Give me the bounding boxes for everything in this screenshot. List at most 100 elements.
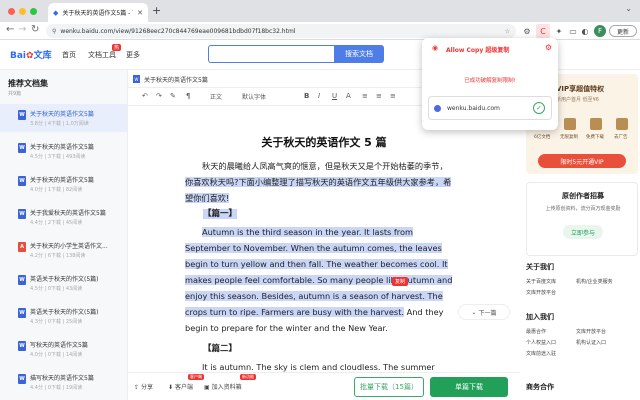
enabled-check-icon[interactable]: ✓	[533, 102, 545, 114]
word-doc-icon: W	[18, 110, 26, 120]
tab-title: 关于秋天的英语作文5篇 - 百度文库	[62, 10, 133, 17]
word-doc-icon: W	[133, 75, 140, 83]
download-app-icon: ⬇	[168, 384, 175, 391]
forward-icon[interactable]: →	[18, 24, 26, 35]
sidebar-doc-item[interactable]: W 关于秋天的英语作文5篇 4.0分 | 1下载 | 82阅读	[0, 170, 127, 198]
minimize-window-button[interactable]	[19, 8, 26, 15]
search-input[interactable]	[208, 45, 334, 63]
allow-copy-extension-icon[interactable]: C	[536, 24, 550, 38]
style-select[interactable]: 正文	[210, 92, 222, 101]
align-left-icon[interactable]: ≡	[362, 92, 368, 100]
bold-icon[interactable]: B	[304, 92, 309, 100]
vip-title: VIP享超值特权	[556, 85, 605, 93]
sidebar-doc-meta: 4.5分 | 0下载 | 43阅读	[30, 286, 83, 292]
bottom-action-bar: ⇪ 分享 ⬇ 客户端 客户端 ▣ 加入资料箱 新功能 批量下载（15篇） 单篇下…	[128, 372, 520, 400]
undo-icon[interactable]: ↶	[142, 92, 148, 100]
about-link[interactable]: 文库开放平台	[526, 289, 556, 296]
copy-badge[interactable]: 复制	[392, 277, 409, 286]
maximize-window-button[interactable]	[30, 8, 37, 15]
sidebar-doc-item[interactable]: W 描写秋天的英语作文5篇 4.4分 | 0下载 | 19阅读	[0, 368, 127, 396]
sidebar-doc-title: 描写秋天的英语作文5篇	[30, 375, 94, 382]
align-center-icon[interactable]: ≡	[376, 92, 382, 100]
sidebar-doc-item[interactable]: W 关于秋天的英语作文5篇 4.5分 | 3下载 | 493阅读	[0, 137, 127, 165]
single-download-button[interactable]: 单篇下载	[430, 377, 508, 397]
add-to-library-button[interactable]: ▣ 加入资料箱	[204, 382, 242, 391]
baidu-favicon-icon: ◆	[53, 8, 59, 17]
join-link[interactable]: 文库前途入驻	[526, 350, 556, 357]
doc-file-title: 关于秋天的英语作文5篇	[144, 77, 208, 84]
extension-icon[interactable]: ⚙	[520, 24, 534, 38]
close-tab-icon[interactable]: ✕	[137, 9, 143, 17]
batch-download-button[interactable]: 批量下载（15篇）	[354, 377, 424, 397]
url-field[interactable]: ⚲ wenku.baidu.com/view/91268eec270c84476…	[46, 24, 516, 38]
join-now-button[interactable]: 立即参与	[563, 225, 603, 239]
folder-icon: ▣	[204, 384, 212, 391]
join-link[interactable]: 个人权益入口	[526, 339, 556, 346]
section-one-paragraph[interactable]: Autumn is the third season in the year. …	[185, 224, 455, 336]
word-doc-icon: W	[18, 374, 26, 384]
align-right-icon[interactable]: ≡	[390, 92, 396, 100]
sidebar-doc-item[interactable]: W 关于我爱秋天的英语作文5篇 4.4分 | 2下载 | 45阅读	[0, 203, 127, 231]
join-link[interactable]: 文库开放平台	[576, 328, 606, 335]
sidebar-doc-title: 写秋天的英语作文5篇	[30, 342, 88, 349]
window-controls	[8, 8, 37, 15]
baidu-wenku-logo[interactable]: Bai✿文库	[10, 48, 52, 61]
join-link[interactable]: 最惠合作	[526, 328, 546, 335]
copy-icon	[564, 118, 576, 130]
next-article-button[interactable]: ⌄ 下一篇	[458, 304, 510, 320]
close-window-button[interactable]	[8, 8, 15, 15]
word-doc-icon: W	[18, 209, 26, 219]
vip-open-button[interactable]: 限时5元开通VIP	[538, 154, 626, 168]
reload-icon[interactable]: ↻	[31, 24, 39, 35]
sidebar-doc-item[interactable]: W 写秋天的英语作文5篇 4.0分 | 0下载 | 14阅读	[0, 335, 127, 363]
paragraph-icon[interactable]: ¶	[186, 92, 190, 100]
sidebar-doc-title: 英语关于秋天的作文(5篇)	[30, 276, 99, 283]
sidebar-doc-item[interactable]: W 英语关于秋天的作文(5篇) 4.5分 | 0下载 | 43阅读	[0, 269, 127, 297]
client-tag: 客户端	[188, 374, 204, 380]
back-icon[interactable]: ←	[6, 24, 14, 35]
profile-switch-icon[interactable]: ◐	[578, 24, 592, 38]
update-button[interactable]: 更新	[609, 25, 637, 37]
bookmark-star-icon[interactable]: ☆	[505, 28, 510, 35]
avatar[interactable]: F	[594, 25, 606, 37]
sidebar-doc-title: 关于秋天的小学生英语作文...	[30, 243, 108, 250]
font-color-icon[interactable]: A	[346, 92, 351, 100]
site-info-icon[interactable]: ⚲	[52, 28, 56, 35]
join-link[interactable]: 机构认证入口	[576, 339, 606, 346]
brush-icon[interactable]: ✎	[170, 92, 176, 100]
italic-icon[interactable]: I	[318, 92, 320, 100]
new-tab-button[interactable]: +	[152, 4, 161, 17]
allow-copy-popup: ◉ Allow Copy 超级复制 ⚙ 已成功破解复制限制! wenku.bai…	[422, 38, 558, 130]
about-link[interactable]: 关于百度文库	[526, 278, 556, 285]
sidebar-doc-meta: 4.0分 | 1下载 | 82阅读	[30, 187, 83, 193]
intro-paragraph[interactable]: 秋天的晨曦给人凤高气爽的惬意，但是秋天又是个开始枯萎的季节，你喜欢秋天吗?下面小…	[185, 158, 455, 206]
browser-tab[interactable]: ◆ 关于秋天的英语作文5篇 - 百度文库 ✕	[48, 3, 148, 22]
redo-icon[interactable]: ↷	[156, 92, 162, 100]
nav-doc-tools[interactable]: 文档工具	[88, 50, 116, 60]
word-doc-icon: W	[18, 341, 26, 351]
puzzle-extensions-icon[interactable]: ✦	[552, 24, 566, 38]
about-title: 关于我们	[526, 263, 554, 271]
sidebar-doc-meta: 4.4分 | 2下载 | 45阅读	[30, 220, 83, 226]
word-doc-icon: W	[18, 275, 26, 285]
word-doc-icon: W	[18, 176, 26, 186]
font-select[interactable]: 默认字体	[242, 92, 266, 101]
sidebar-doc-item[interactable]: W 英语关于秋天的作文(5篇) 4.3分 | 0下载 | 25阅读	[0, 302, 127, 330]
nav-home[interactable]: 首页	[62, 50, 76, 60]
sidebar-doc-item[interactable]: A 关于秋天的小学生英语作文... 4.2分 | 6下载 | 138阅读	[0, 236, 127, 264]
sidebar-doc-item[interactable]: W 关于秋天的英语作文5篇 3.8分 | 4下载 | 1.0万阅读	[0, 104, 127, 132]
section-two-title: 【篇二】	[203, 344, 238, 354]
nav-more[interactable]: 更多	[126, 50, 140, 60]
site-favicon-icon	[434, 105, 441, 112]
underline-icon[interactable]: U	[332, 92, 337, 100]
about-link[interactable]: 机构/企业类服务	[576, 278, 613, 285]
site-toggle-row[interactable]: wenku.baidu.com ✓	[428, 96, 552, 120]
allow-copy-logo-icon: ◉	[432, 44, 439, 52]
share-button[interactable]: ⇪ 分享	[134, 382, 153, 391]
tab-search-icon[interactable]: ⌄	[625, 4, 632, 13]
client-button[interactable]: ⬇ 客户端	[168, 382, 193, 391]
search-button[interactable]: 搜索文档	[334, 45, 384, 63]
share-icon: ⇪	[134, 384, 141, 391]
popup-message: 已成功破解复制限制!	[464, 78, 516, 84]
settings-gear-icon[interactable]: ⚙	[545, 43, 552, 52]
